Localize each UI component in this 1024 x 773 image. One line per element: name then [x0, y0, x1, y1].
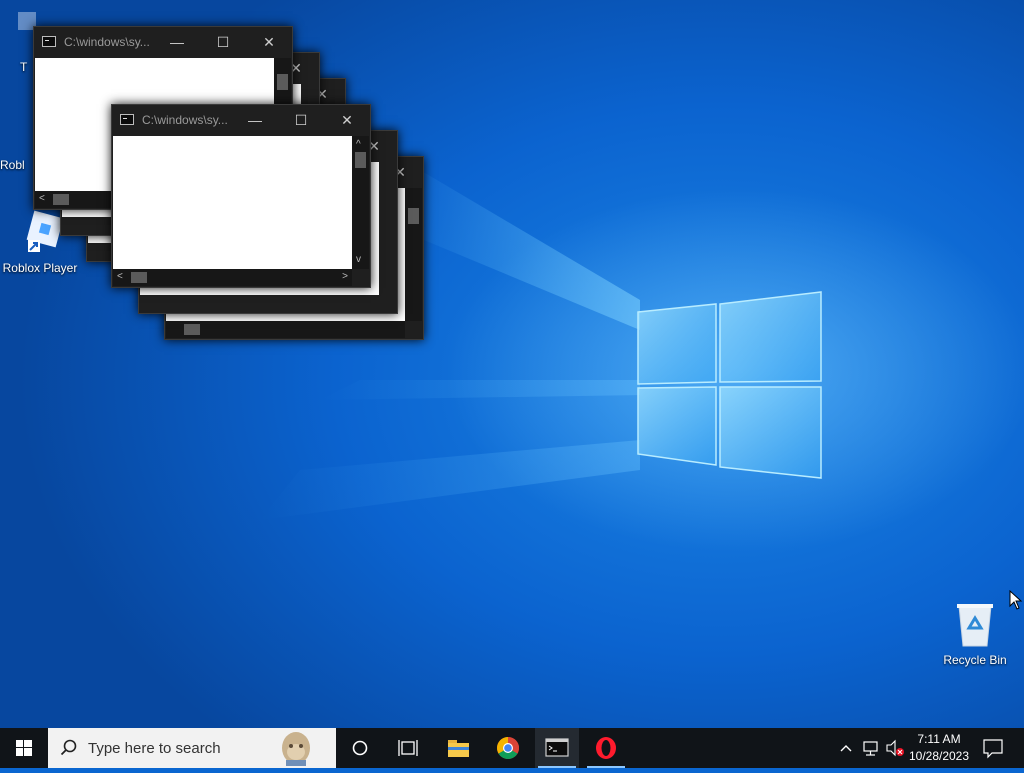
chevron-up-icon: [840, 745, 852, 752]
search-placeholder: Type here to search: [88, 740, 221, 757]
mouse-cursor-icon: [1009, 590, 1023, 610]
maximize-icon[interactable]: ☐: [278, 105, 324, 135]
console-icon: [120, 114, 134, 125]
opera-icon: [596, 737, 616, 759]
recycle-bin-icon: [957, 604, 993, 647]
window-title: C:\windows\sy...: [142, 113, 228, 127]
taskbar-file-explorer[interactable]: [436, 728, 480, 768]
desktop-icon-recycle-bin[interactable]: Recycle Bin: [935, 600, 1015, 667]
search-box[interactable]: Type here to search: [48, 728, 336, 768]
folder-icon: [448, 740, 469, 757]
network-button[interactable]: [860, 728, 882, 768]
scroll-thumb[interactable]: [131, 272, 147, 283]
clock-date: 10/28/2023: [908, 749, 970, 763]
console-icon: [42, 36, 56, 47]
scroll-thumb[interactable]: [184, 324, 200, 335]
scroll-thumb[interactable]: [408, 208, 419, 224]
maximize-icon[interactable]: ☐: [200, 27, 246, 57]
console-window-front[interactable]: C:\windows\sy... — ☐ ✕ ^ v < >: [111, 104, 371, 288]
close-icon[interactable]: ✕: [324, 105, 370, 135]
window-title: C:\windows\sy...: [64, 35, 150, 49]
clock-time: 7:11 AM: [917, 732, 961, 746]
desktop-icon-label: Roblox Player: [2, 261, 78, 275]
chrome-icon: [497, 737, 519, 759]
action-center-button[interactable]: [978, 728, 1008, 768]
volume-button[interactable]: [884, 728, 906, 768]
network-icon: [863, 741, 878, 756]
windows-logo: [637, 291, 822, 479]
taskbar: Type here to search 7:11 AM 10/28/2023: [0, 728, 1024, 768]
scroll-thumb[interactable]: [277, 74, 288, 90]
windows-start-icon: [16, 740, 32, 756]
vertical-scrollbar[interactable]: ^ v: [352, 136, 369, 269]
scroll-left-icon[interactable]: <: [39, 194, 45, 204]
desktop-icon-label: Robl: [0, 158, 25, 172]
scroll-left-icon[interactable]: <: [117, 272, 123, 282]
show-hidden-icons-button[interactable]: [836, 728, 856, 768]
scroll-right-icon[interactable]: >: [342, 272, 348, 282]
volume-muted-icon: [886, 739, 904, 757]
start-button[interactable]: [0, 728, 48, 768]
console-output: [113, 136, 352, 269]
title-bar[interactable]: C:\windows\sy... — ☐ ✕: [34, 27, 292, 57]
minimize-icon[interactable]: —: [154, 27, 200, 57]
desktop-icon-partial-label: T: [20, 60, 28, 74]
scroll-thumb[interactable]: [53, 194, 69, 205]
task-view-button[interactable]: [386, 728, 430, 768]
cortana-button[interactable]: [338, 728, 382, 768]
scroll-up-icon[interactable]: ^: [356, 140, 361, 150]
command-prompt-icon: [545, 738, 569, 757]
search-icon: [60, 739, 77, 756]
clock[interactable]: 7:11 AM 10/28/2023: [906, 728, 972, 768]
task-view-icon: [398, 740, 418, 756]
title-bar[interactable]: C:\windows\sy... — ☐ ✕: [112, 105, 370, 135]
roblox-player-icon: [26, 210, 64, 252]
scroll-down-icon[interactable]: v: [356, 255, 361, 265]
close-icon[interactable]: ✕: [246, 27, 292, 57]
horizontal-scrollbar[interactable]: [166, 321, 405, 338]
notification-icon: [983, 739, 1003, 759]
horizontal-scrollbar[interactable]: < >: [113, 269, 352, 286]
scroll-thumb[interactable]: [355, 152, 366, 168]
cortana-icon: [352, 740, 368, 756]
taskbar-opera[interactable]: [584, 728, 628, 768]
minimize-icon[interactable]: —: [232, 105, 278, 135]
vertical-scrollbar[interactable]: [405, 188, 422, 321]
taskbar-command-prompt[interactable]: [535, 728, 579, 768]
taskbar-chrome[interactable]: [486, 728, 530, 768]
desktop-icon-label: Recycle Bin: [943, 653, 1007, 667]
search-highlight-image: [282, 732, 310, 766]
desktop: T Robl Roblox Player Recycle Bin ✕ ✕ ✕ ✕…: [0, 0, 1024, 728]
